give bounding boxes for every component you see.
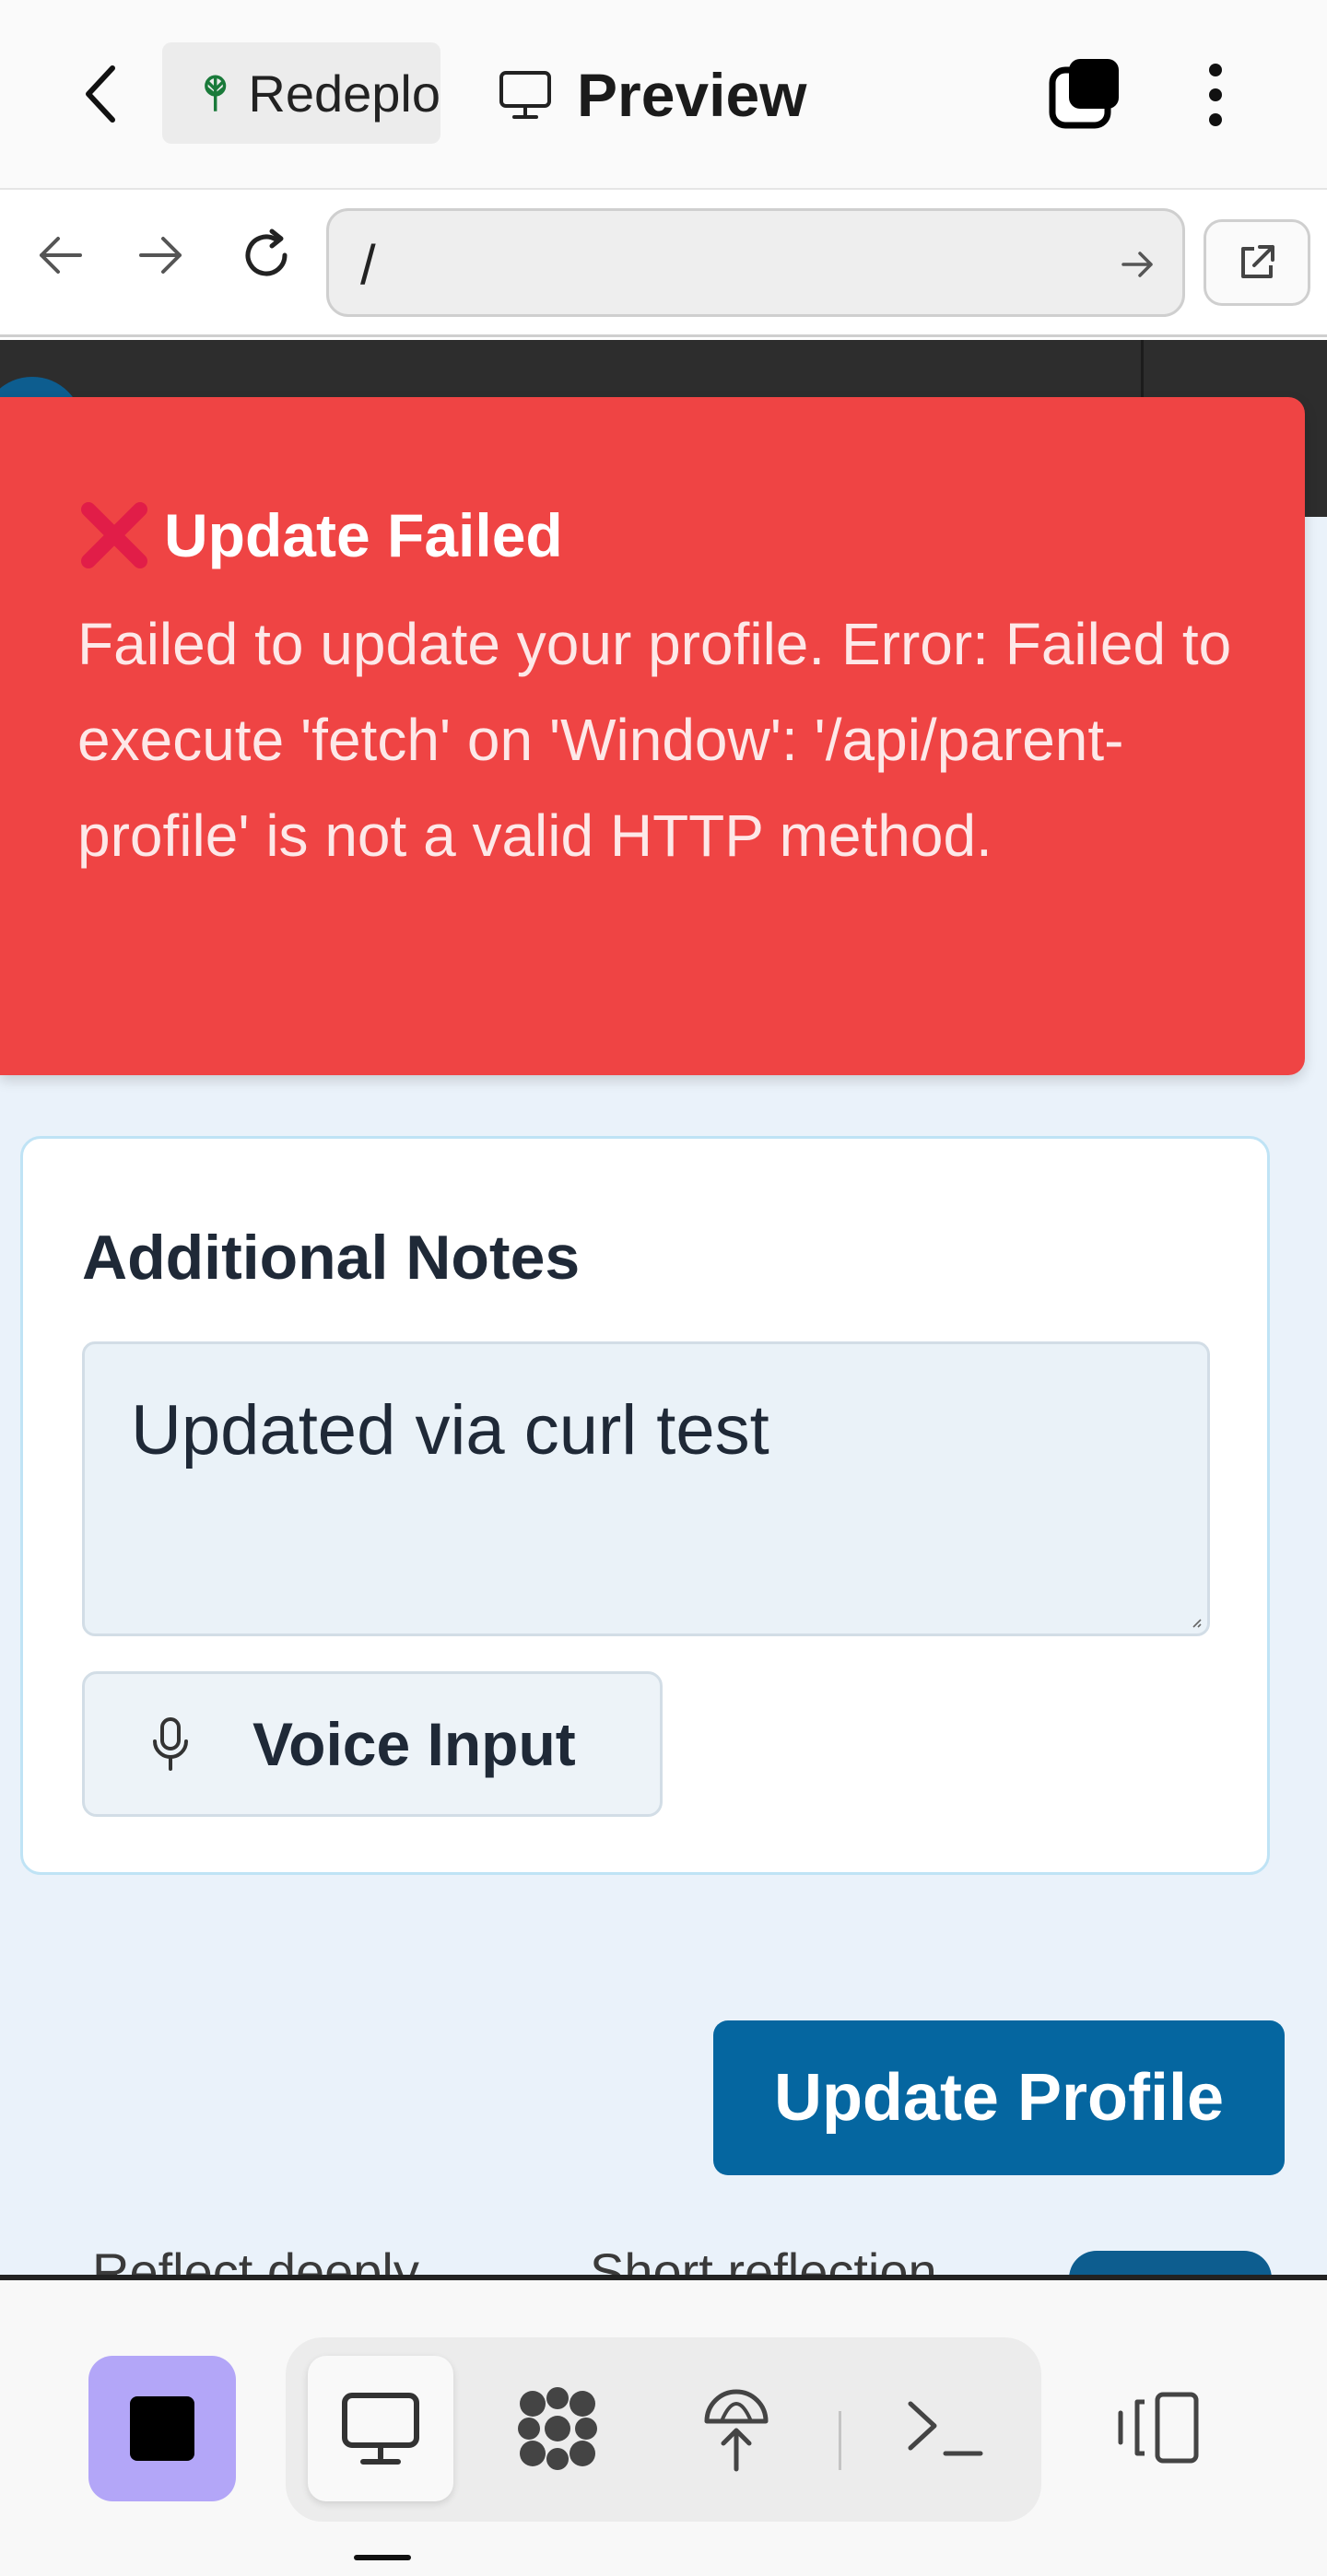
- resize-handle-icon[interactable]: [1189, 1615, 1202, 1628]
- deploy-tool-button[interactable]: [664, 2356, 809, 2501]
- notes-label: Additional Notes: [82, 1223, 581, 1293]
- spark-tree-icon: [205, 75, 227, 111]
- url-text: /: [360, 234, 376, 296]
- app-viewport: Update Failed Failed to update your prof…: [0, 340, 1327, 2275]
- back-button[interactable]: [74, 61, 129, 127]
- toast-title-row: Update Failed: [77, 498, 563, 572]
- nav-forward-button[interactable]: [129, 223, 194, 287]
- update-profile-button[interactable]: Update Profile: [713, 2020, 1285, 2175]
- peek-left-text: Reflect deeply: [92, 2242, 419, 2275]
- chevron-left-icon: [86, 65, 115, 123]
- tabs-switcher-button[interactable]: [1047, 55, 1124, 133]
- monitor-icon: [342, 2393, 419, 2465]
- peek-pill: [1069, 2251, 1272, 2275]
- notes-textarea[interactable]: Updated via curl test: [82, 1341, 1210, 1636]
- stop-icon: [130, 2396, 194, 2461]
- preview-tab[interactable]: Preview: [498, 55, 807, 135]
- toast-title: Update Failed: [164, 501, 563, 569]
- agents-icon: [518, 2387, 597, 2470]
- arrow-right-icon: [139, 237, 182, 274]
- preview-tab-label: Preview: [577, 61, 807, 129]
- nav-back-button[interactable]: [28, 223, 92, 287]
- update-profile-label: Update Profile: [773, 2061, 1225, 2135]
- microphone-icon: [153, 1717, 188, 1771]
- reload-icon: [245, 228, 288, 276]
- terminal-tool-button[interactable]: [872, 2356, 1017, 2501]
- arrow-left-icon: [40, 237, 82, 274]
- error-toast[interactable]: Update Failed Failed to update your prof…: [0, 397, 1305, 1075]
- cross-mark-icon: [81, 502, 147, 568]
- url-bar: /: [0, 190, 1327, 337]
- notes-card: Additional Notes Updated via curl test V…: [20, 1136, 1270, 1875]
- home-indicator: [354, 2555, 411, 2560]
- voice-input-button[interactable]: Voice Input: [82, 1671, 663, 1817]
- voice-input-label: Voice Input: [252, 1710, 576, 1778]
- notes-value: Updated via curl test: [131, 1391, 769, 1469]
- stacked-squares-icon: [1049, 59, 1119, 129]
- arrow-go-icon[interactable]: [1120, 246, 1157, 283]
- peek-right-text: Short reflection: [590, 2242, 937, 2275]
- tool-divider: [839, 2411, 841, 2470]
- project-tab[interactable]: Redeplo: [162, 42, 440, 144]
- app-bar: Redeplo Preview: [0, 0, 1327, 190]
- agents-tool-button[interactable]: [485, 2356, 630, 2501]
- monitor-icon: [499, 71, 551, 119]
- terminal-icon: [908, 2401, 983, 2456]
- reload-button[interactable]: [234, 223, 299, 287]
- bottom-toolbar: [0, 2275, 1327, 2576]
- project-tab-label: Redeplo: [248, 64, 440, 123]
- more-options-button[interactable]: [1192, 61, 1239, 129]
- deploy-icon: [704, 2389, 769, 2472]
- open-external-button[interactable]: [1204, 219, 1310, 306]
- tool-group: [286, 2337, 1041, 2522]
- url-input[interactable]: /: [326, 208, 1185, 317]
- more-vertical-icon: [1209, 64, 1222, 126]
- preview-tool-button[interactable]: [308, 2356, 453, 2501]
- stop-button[interactable]: [88, 2356, 236, 2501]
- layout-toggle-button[interactable]: [1102, 2363, 1213, 2492]
- layout-icon: [1118, 2392, 1199, 2464]
- toast-message: Failed to update your profile. Error: Fa…: [77, 611, 1232, 869]
- external-link-icon: [1241, 245, 1274, 278]
